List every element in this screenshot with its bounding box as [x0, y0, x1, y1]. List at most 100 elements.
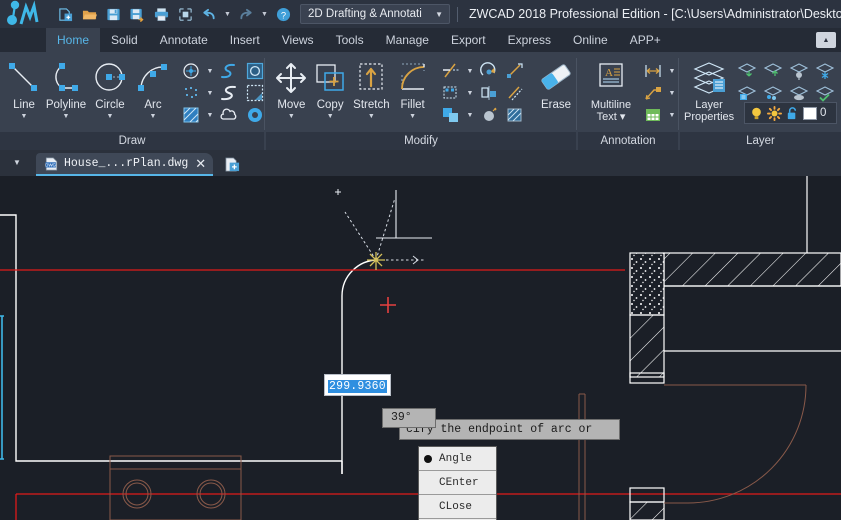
ribbon-tab-bar: Home Solid Annotate Insert Views Tools M… — [0, 28, 841, 52]
layer-merge-icon[interactable] — [786, 82, 812, 104]
arc-button[interactable]: Arc ▼ — [132, 52, 174, 120]
leader-icon[interactable] — [640, 82, 666, 104]
mirror-icon[interactable] — [476, 82, 502, 104]
tab-app-plus[interactable]: APP+ — [619, 28, 672, 52]
move-button[interactable]: Move ▼ — [272, 52, 311, 120]
panel-modify: Move ▼ Copy ▼ Stretch ▼ Fillet ▼ ▼ ▼ ▼ E… — [266, 52, 576, 150]
open-icon[interactable] — [78, 3, 100, 25]
layer-isolate-icon[interactable] — [760, 82, 786, 104]
copy-label: Copy — [316, 99, 344, 111]
chevron-down-icon[interactable]: ▼ — [666, 60, 678, 82]
dynamic-angle-input[interactable]: 39° — [382, 408, 436, 428]
chevron-down-icon[interactable]: ▼ — [150, 113, 157, 120]
revision-cloud-icon[interactable] — [216, 104, 242, 126]
layer-states-icon[interactable] — [734, 82, 760, 104]
close-icon[interactable]: ✕ — [193, 157, 206, 170]
tab-online[interactable]: Online — [562, 28, 619, 52]
drawing-canvas[interactable]: 299.9360 cify the endpoint of arc or 39°… — [0, 176, 841, 520]
chevron-down-icon[interactable]: ▼ — [204, 82, 216, 104]
line-button[interactable]: Line ▼ — [4, 52, 44, 120]
chevron-down-icon[interactable]: ▼ — [10, 155, 24, 169]
chevron-down-icon[interactable]: ▼ — [288, 113, 295, 120]
chevron-down-icon[interactable]: ▼ — [464, 60, 476, 82]
join-icon[interactable] — [502, 104, 528, 126]
tab-manage[interactable]: Manage — [375, 28, 440, 52]
wall-vertical-hatched — [629, 314, 665, 384]
workspace-selector[interactable]: 2D Drafting & Annotati ▼ — [300, 4, 450, 24]
dynamic-length-input[interactable]: 299.9360 — [324, 374, 391, 396]
document-tab-house-floorplan[interactable]: DWG House_...rPlan.dwg ✕ — [36, 153, 214, 176]
copy-button[interactable]: Copy ▼ — [311, 52, 350, 120]
plot-icon[interactable] — [150, 3, 172, 25]
arc-options-context-menu[interactable]: Angle CEnter CLose Direction Halfwidth L… — [418, 446, 497, 520]
polyline-button[interactable]: Polyline ▼ — [44, 52, 88, 120]
array-icon[interactable] — [438, 82, 464, 104]
chevron-down-icon[interactable]: ▼ — [63, 113, 70, 120]
undo-icon[interactable] — [198, 3, 220, 25]
chevron-down-icon[interactable]: ▼ — [204, 60, 216, 82]
redo-icon[interactable] — [235, 3, 257, 25]
layer-off-icon[interactable] — [786, 60, 812, 82]
circle-label: Circle — [95, 99, 125, 111]
save-as-icon[interactable] — [126, 3, 148, 25]
trim-icon[interactable] — [438, 60, 464, 82]
undo-dropdown-caret[interactable]: ▼ — [222, 4, 233, 24]
menu-item-center[interactable]: CEnter — [419, 471, 496, 495]
chevron-down-icon[interactable]: ▼ — [409, 113, 416, 120]
table-icon[interactable] — [640, 104, 666, 126]
point-icon[interactable] — [178, 82, 204, 104]
tab-solid[interactable]: Solid — [100, 28, 149, 52]
help-icon[interactable]: ? — [272, 3, 294, 25]
multiline-text-button[interactable]: A Multiline Text ▾ — [584, 52, 638, 123]
erase-button[interactable]: Erase — [536, 52, 576, 111]
chevron-down-icon[interactable]: ▼ — [327, 113, 334, 120]
layer-make-current-icon[interactable] — [734, 60, 760, 82]
svg-text:?: ? — [280, 10, 285, 20]
break-icon[interactable] — [476, 104, 502, 126]
tab-tools[interactable]: Tools — [325, 28, 375, 52]
chevron-down-icon[interactable]: ▼ — [666, 82, 678, 104]
chevron-down-icon[interactable]: ▼ — [464, 82, 476, 104]
layer-properties-button[interactable]: Layer Properties — [684, 52, 734, 123]
linear-dimension-icon[interactable] — [640, 60, 666, 82]
rotate-icon[interactable] — [476, 60, 502, 82]
hatch-icon[interactable] — [178, 104, 204, 126]
chevron-down-icon[interactable]: ▼ — [368, 113, 375, 120]
spline-fit-icon[interactable] — [216, 60, 242, 82]
new-tab-icon[interactable] — [222, 155, 242, 173]
layer-status-bar[interactable]: 0 — [744, 102, 837, 124]
chevron-down-icon[interactable]: ▼ — [666, 104, 678, 126]
layer-freeze-icon[interactable] — [812, 60, 838, 82]
fillet-button[interactable]: Fillet ▼ — [393, 52, 432, 120]
spline-cv-icon[interactable] — [216, 82, 242, 104]
layer-color-swatch[interactable] — [803, 106, 817, 120]
chevron-down-icon[interactable]: ▼ — [464, 104, 476, 126]
layer-match-icon[interactable] — [812, 82, 838, 104]
stretch-button[interactable]: Stretch ▼ — [350, 52, 394, 120]
chevron-down-icon[interactable]: ▼ — [107, 113, 114, 120]
plot-preview-icon[interactable] — [174, 3, 196, 25]
layer-properties-icon — [687, 58, 731, 98]
tab-views[interactable]: Views — [271, 28, 325, 52]
tab-export[interactable]: Export — [440, 28, 497, 52]
menu-item-label: CEnter — [439, 476, 479, 489]
chevron-down-icon[interactable]: ▼ — [204, 104, 216, 126]
circle-button[interactable]: Circle ▼ — [88, 52, 132, 120]
chevron-down-icon[interactable]: ▼ — [431, 10, 447, 19]
menu-item-close[interactable]: CLose — [419, 495, 496, 519]
chevron-down-icon[interactable]: ▼ — [21, 113, 28, 120]
redo-dropdown-caret[interactable]: ▼ — [259, 4, 270, 24]
explode-icon[interactable] — [438, 104, 464, 126]
tab-express[interactable]: Express — [497, 28, 562, 52]
minimize-ribbon-icon[interactable]: ▲ — [816, 32, 836, 48]
menu-item-angle[interactable]: Angle — [419, 447, 496, 471]
tab-insert[interactable]: Insert — [219, 28, 271, 52]
new-icon[interactable] — [54, 3, 76, 25]
tab-home[interactable]: Home — [46, 28, 101, 52]
save-icon[interactable] — [102, 3, 124, 25]
ellipse-icon[interactable] — [178, 60, 204, 82]
scale-icon[interactable] — [502, 60, 528, 82]
tab-annotate[interactable]: Annotate — [149, 28, 219, 52]
layer-previous-icon[interactable] — [760, 60, 786, 82]
offset-icon[interactable] — [502, 82, 528, 104]
